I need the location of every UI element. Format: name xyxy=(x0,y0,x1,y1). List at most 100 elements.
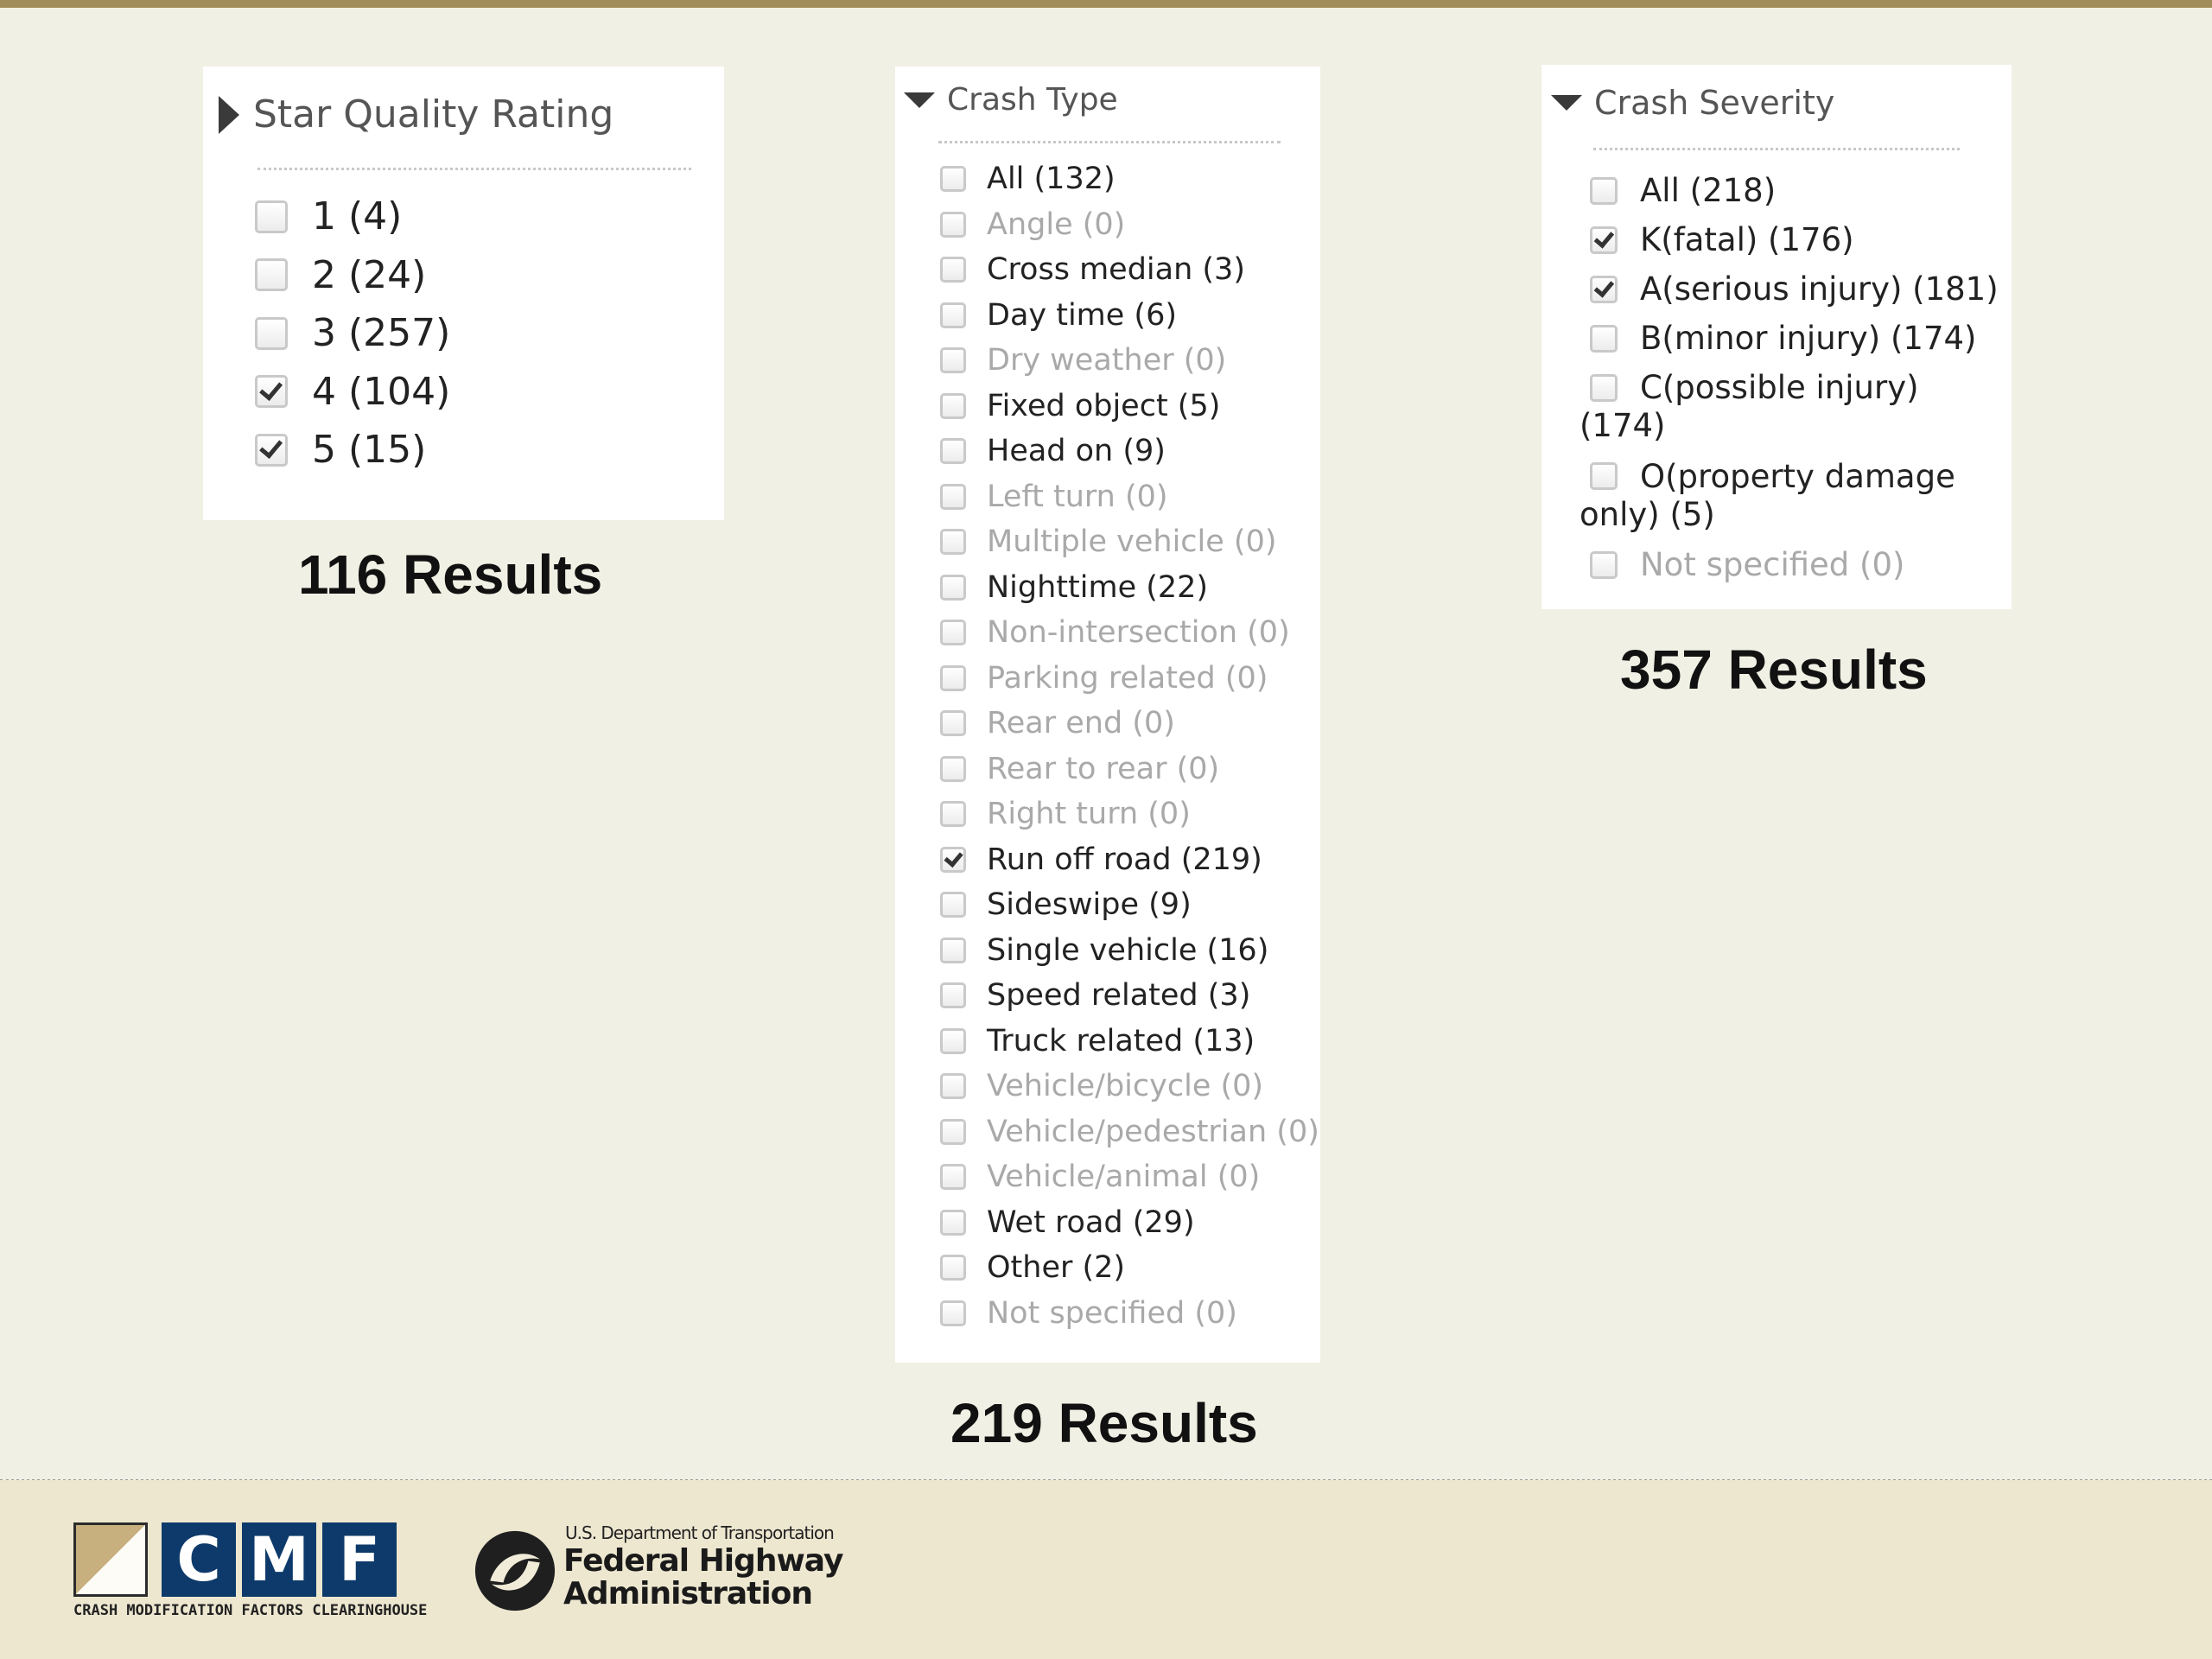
crash-type-option[interactable]: Rear end (0) xyxy=(940,706,1175,741)
checkbox[interactable] xyxy=(940,937,966,963)
divider xyxy=(938,141,1281,143)
checkbox[interactable] xyxy=(940,755,966,782)
checkbox[interactable] xyxy=(1590,324,1618,353)
checkbox[interactable] xyxy=(255,258,288,291)
checkbox[interactable] xyxy=(940,982,966,1008)
top-rule xyxy=(0,0,2212,8)
option-label: 1 (4) xyxy=(312,194,403,238)
checkbox[interactable] xyxy=(940,302,966,328)
divider xyxy=(1593,148,1960,150)
crash-severity-option[interactable]: B(minor injury) (174) xyxy=(1590,320,1976,357)
crash-type-option[interactable]: Nighttime (22) xyxy=(940,570,1208,605)
checkbox[interactable] xyxy=(255,316,288,350)
checkbox[interactable] xyxy=(940,1255,966,1281)
option-label: Rear to rear (0) xyxy=(987,751,1220,786)
crash-type-option[interactable]: Not specified (0) xyxy=(940,1296,1237,1331)
crash-type-option[interactable]: Right turn (0) xyxy=(940,797,1191,831)
checkbox[interactable] xyxy=(1590,550,1618,579)
star-quality-option[interactable]: 1 (4) xyxy=(255,194,402,238)
crash-severity-option[interactable]: A(serious injury) (181) xyxy=(1590,270,1999,308)
option-label: Truck related (13) xyxy=(987,1023,1255,1058)
option-label: Single vehicle (16) xyxy=(987,932,1269,968)
crash-type-option[interactable]: Run off road (219) xyxy=(940,842,1262,877)
checkbox[interactable] xyxy=(940,620,966,645)
crash-type-option[interactable]: Speed related (3) xyxy=(940,978,1250,1013)
crash-type-option[interactable]: All (132) xyxy=(940,162,1116,196)
crash-type-header[interactable]: Crash Type xyxy=(904,82,1118,118)
checkbox[interactable] xyxy=(940,529,966,555)
checkbox[interactable] xyxy=(1590,176,1618,205)
checkbox[interactable] xyxy=(1590,462,1618,491)
option-label: Cross median (3) xyxy=(987,252,1245,287)
checkbox[interactable] xyxy=(940,574,966,601)
checkbox[interactable] xyxy=(940,211,966,238)
crash-type-option[interactable]: Truck related (13) xyxy=(940,1024,1255,1058)
crash-type-option[interactable]: Rear to rear (0) xyxy=(940,752,1219,786)
cmf-logo[interactable]: C M F CRASH MODIFICATION FACTORS CLEARIN… xyxy=(73,1522,427,1624)
fhwa-name: Federal Highway Administration xyxy=(563,1545,843,1611)
checkbox[interactable] xyxy=(255,375,288,408)
checkbox[interactable] xyxy=(940,1209,966,1236)
option-label: 4 (104) xyxy=(312,369,451,414)
checkbox[interactable] xyxy=(1590,373,1618,402)
crash-type-option[interactable]: Other (2) xyxy=(940,1250,1125,1285)
crash-type-option[interactable]: Vehicle/animal (0) xyxy=(940,1160,1260,1194)
crash-type-option[interactable]: Angle (0) xyxy=(940,207,1125,242)
option-label: All (132) xyxy=(987,162,1116,196)
checkbox[interactable] xyxy=(255,433,288,467)
crash-severity-option[interactable]: All (218) xyxy=(1590,172,1776,209)
crash-type-option[interactable]: Multiple vehicle (0) xyxy=(940,524,1277,559)
crash-severity-option[interactable]: C(possible injury) xyxy=(1590,369,1919,406)
checkbox[interactable] xyxy=(940,892,966,918)
crash-severity-option[interactable]: K(fatal) (176) xyxy=(1590,221,1854,258)
checkbox[interactable] xyxy=(940,166,966,192)
checkbox[interactable] xyxy=(940,664,966,691)
divider xyxy=(257,168,691,170)
crash-type-option[interactable]: Wet road (29) xyxy=(940,1205,1195,1240)
crash-type-option[interactable]: Day time (6) xyxy=(940,298,1177,333)
checkbox[interactable] xyxy=(1590,275,1618,303)
crash-type-option[interactable]: Fixed object (5) xyxy=(940,389,1220,423)
checkbox[interactable] xyxy=(255,200,288,233)
star-quality-option[interactable]: 2 (24) xyxy=(255,253,426,297)
fhwa-logo[interactable]: U.S. Department of Transportation Federa… xyxy=(474,1522,854,1618)
crash-type-option[interactable]: Parking related (0) xyxy=(940,661,1268,696)
star-quality-option[interactable]: 5 (15) xyxy=(255,428,426,472)
crash-severity-option[interactable]: O(property damage xyxy=(1590,458,1955,495)
checkbox[interactable] xyxy=(940,801,966,827)
crash-type-option[interactable]: Vehicle/bicycle (0) xyxy=(940,1069,1263,1103)
checkbox[interactable] xyxy=(940,257,966,283)
checkbox[interactable] xyxy=(940,438,966,464)
checkbox[interactable] xyxy=(940,1164,966,1190)
crash-type-option[interactable]: Single vehicle (16) xyxy=(940,933,1268,968)
checkbox[interactable] xyxy=(940,846,966,873)
crash-type-option[interactable]: Vehicle/pedestrian (0) xyxy=(940,1115,1319,1149)
star-quality-header[interactable]: Star Quality Rating xyxy=(219,92,613,137)
star-quality-option[interactable]: 4 (104) xyxy=(255,370,450,414)
option-label: Run off road (219) xyxy=(987,842,1262,877)
crash-type-panel: Crash Type All (132) Angle (0) Cross media… xyxy=(895,67,1320,1363)
checkbox[interactable] xyxy=(940,1073,966,1099)
dot-label: U.S. Department of Transportation xyxy=(565,1522,835,1543)
star-quality-results: 116 Results xyxy=(298,543,603,606)
option-label: Angle (0) xyxy=(987,207,1126,242)
checkbox[interactable] xyxy=(940,1300,966,1326)
checkbox[interactable] xyxy=(940,483,966,510)
checkbox[interactable] xyxy=(1590,226,1618,254)
checkbox[interactable] xyxy=(940,710,966,736)
crash-severity-header[interactable]: Crash Severity xyxy=(1551,84,1834,122)
crash-type-option[interactable]: Dry weather (0) xyxy=(940,343,1226,378)
crash-type-option[interactable]: Left turn (0) xyxy=(940,480,1168,514)
checkbox[interactable] xyxy=(940,347,966,373)
checkbox[interactable] xyxy=(940,1027,966,1054)
star-quality-option[interactable]: 3 (257) xyxy=(255,311,450,355)
crash-type-option[interactable]: Sideswipe (9) xyxy=(940,887,1192,922)
crash-type-option[interactable]: Non-intersection (0) xyxy=(940,615,1290,650)
crash-type-option[interactable]: Cross median (3) xyxy=(940,252,1245,287)
crash-type-option[interactable]: Head on (9) xyxy=(940,434,1166,468)
checkbox[interactable] xyxy=(940,1118,966,1145)
checkbox[interactable] xyxy=(940,392,966,419)
crash-severity-option[interactable]: Not specified (0) xyxy=(1590,546,1904,583)
caret-right-icon xyxy=(219,95,239,134)
option-label: Dry weather (0) xyxy=(987,343,1227,378)
